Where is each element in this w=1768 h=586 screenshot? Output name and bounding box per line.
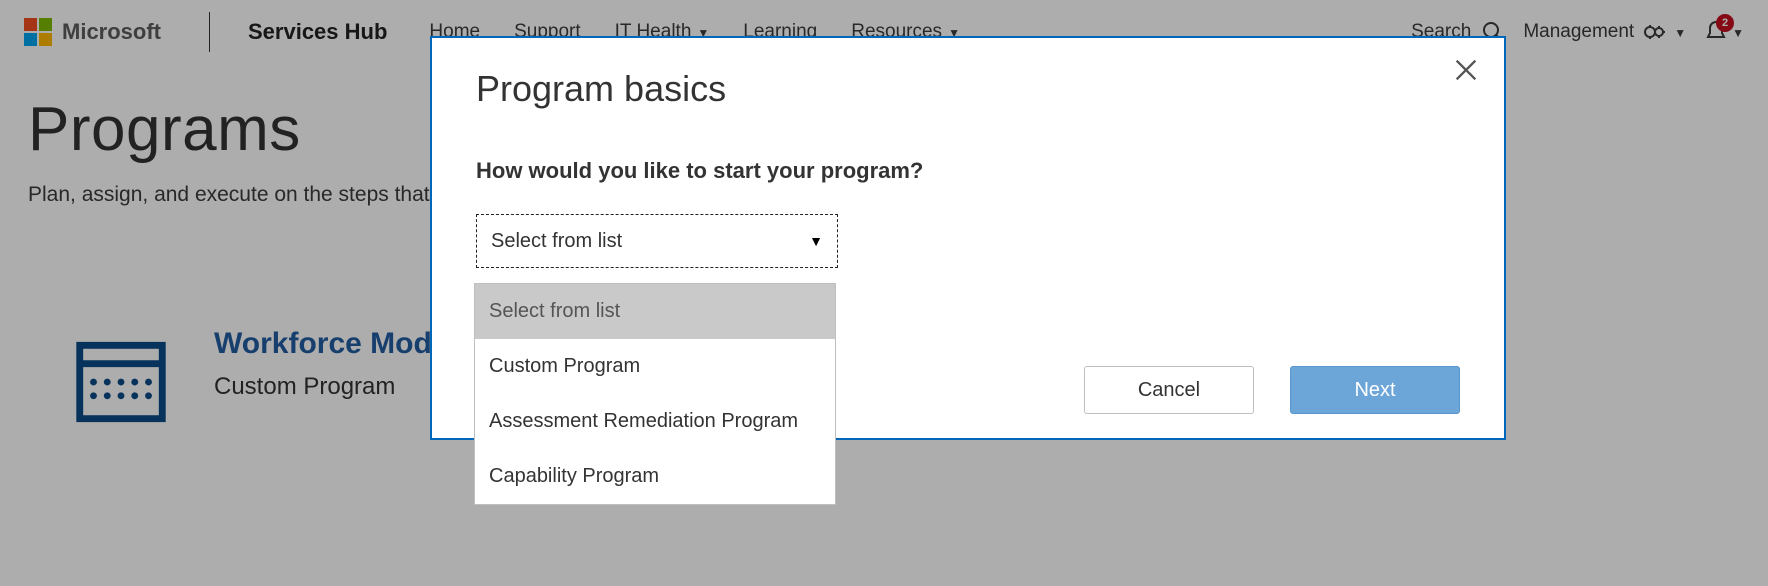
- close-icon: [1452, 56, 1480, 84]
- dropdown-option-placeholder[interactable]: Select from list: [475, 284, 835, 339]
- modal-button-row: Cancel Next: [1084, 366, 1460, 414]
- dropdown-option-assessment-remediation[interactable]: Assessment Remediation Program: [475, 394, 835, 449]
- cancel-button[interactable]: Cancel: [1084, 366, 1254, 414]
- dropdown-option-capability-program[interactable]: Capability Program: [475, 449, 835, 504]
- select-placeholder-label: Select from list: [491, 230, 622, 253]
- program-start-select[interactable]: Select from list ▼: [476, 214, 838, 268]
- modal-title: Program basics: [476, 68, 1460, 110]
- dropdown-option-custom-program[interactable]: Custom Program: [475, 339, 835, 394]
- caret-down-icon: ▼: [809, 233, 823, 249]
- close-button[interactable]: [1452, 56, 1480, 84]
- program-start-dropdown: Select from list Custom Program Assessme…: [474, 283, 836, 505]
- next-button-label: Next: [1354, 379, 1395, 402]
- next-button[interactable]: Next: [1290, 366, 1460, 414]
- cancel-button-label: Cancel: [1138, 379, 1200, 402]
- modal-question: How would you like to start your program…: [476, 158, 1460, 184]
